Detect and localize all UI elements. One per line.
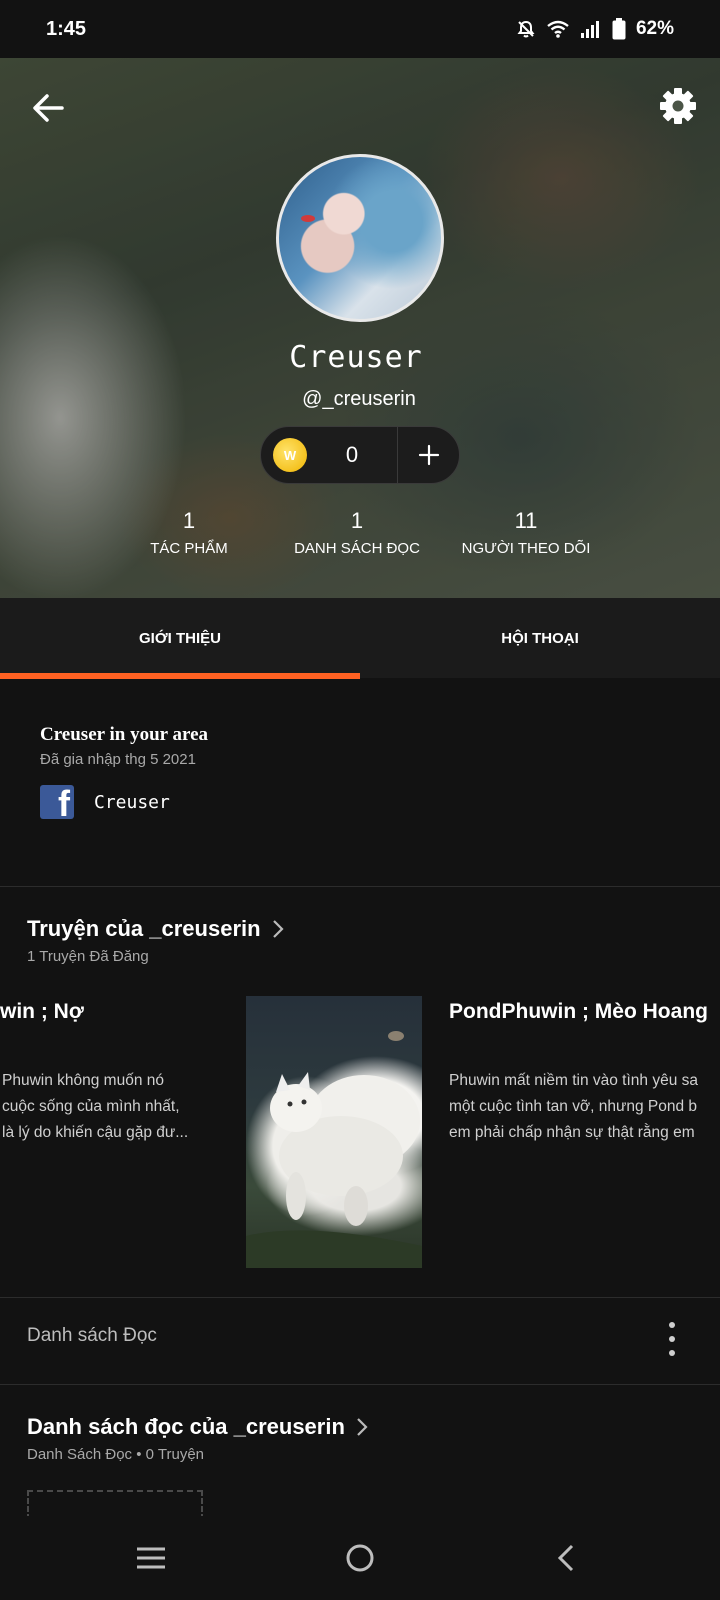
stories-section-subtitle: 1 Truyện Đã Đăng — [27, 948, 149, 965]
reading-section-header[interactable]: Danh sách đọc của _creuserin — [27, 1414, 369, 1440]
menu-icon — [137, 1547, 165, 1569]
chevron-left-icon — [557, 1544, 574, 1572]
description-line: là lý do khiến cậu gặp đư... — [2, 1124, 189, 1141]
system-nav-bar — [0, 1516, 720, 1600]
divider — [0, 886, 720, 887]
stat-value: 1 — [182, 508, 196, 533]
system-back-button[interactable] — [546, 1538, 586, 1578]
stat-value: 11 — [514, 508, 538, 533]
description-line: Phuwin mất niềm tin vào tình yêu sa — [449, 1072, 698, 1089]
coin-count: 0 — [345, 442, 359, 467]
plus-icon — [418, 444, 439, 466]
divider — [0, 1384, 720, 1385]
divider — [0, 1297, 720, 1298]
status-time: 1:45 — [46, 17, 87, 40]
facebook-link[interactable]: Creuser — [94, 792, 170, 813]
story-cover[interactable] — [246, 996, 422, 1268]
add-coins-button[interactable] — [398, 426, 459, 484]
back-arrow-icon — [33, 94, 64, 122]
stat-value: 1 — [350, 508, 364, 533]
gear-icon — [660, 88, 696, 124]
battery-icon — [612, 18, 626, 40]
reading-list-label: Danh sách Đọc — [27, 1325, 157, 1346]
home-circle-icon — [346, 1544, 374, 1572]
description-line: một cuộc tình tan vỡ, nhưng Pond b — [449, 1098, 698, 1115]
recents-button[interactable] — [131, 1538, 171, 1578]
back-button[interactable] — [28, 88, 68, 128]
profile-header: Creuser @_creuserin W 0 1 TÁC PHẨM 1 DAN… — [0, 58, 720, 598]
facebook-icon[interactable]: f — [40, 785, 74, 819]
story-card-description: Phuwin mất niềm tin vào tình yêu sa một … — [449, 1068, 720, 1146]
cat-illustration — [246, 1031, 422, 1268]
status-icons: 62% — [516, 18, 674, 40]
reading-section-title: Danh sách đọc của _creuserin — [27, 1414, 345, 1439]
story-card-title[interactable]: PondPhuwin ; Mèo Hoang — [449, 1000, 708, 1024]
profile-tabs: GIỚI THIỆU HỘI THOẠI — [0, 598, 720, 678]
coin-icon: W — [273, 438, 307, 472]
chevron-right-icon — [272, 920, 284, 938]
stat-followers[interactable]: 11 NGƯỜI THEO DÕI — [456, 508, 596, 557]
description-line: Phuwin không muốn nó — [2, 1072, 165, 1089]
about-title: Creuser in your area — [40, 724, 209, 745]
reading-section-subtitle: Danh Sách Đọc • 0 Truyện — [27, 1446, 205, 1463]
settings-button[interactable] — [658, 86, 698, 126]
kebab-icon[interactable] — [662, 1322, 682, 1356]
avatar[interactable] — [276, 154, 444, 322]
description-line: em phải chấp nhận sự thật rằng em — [449, 1124, 695, 1141]
joined-date: Đã gia nhập thg 5 2021 — [40, 751, 196, 768]
chevron-right-icon — [357, 1418, 368, 1436]
stat-label: DANH SÁCH ĐỌC — [294, 540, 420, 557]
description-line: cuộc sống của mình nhất, — [2, 1098, 180, 1115]
status-bar: 1:45 62% — [0, 0, 720, 58]
stat-label: TÁC PHẨM — [150, 540, 228, 557]
tab-conversations[interactable]: HỘI THOẠI — [360, 598, 720, 678]
battery-percent: 62% — [635, 18, 674, 39]
profile-name: Creuser — [289, 340, 423, 375]
profile-handle: @_creuserin — [302, 388, 416, 410]
coin-balance: W 0 — [260, 426, 460, 484]
stories-section-title: Truyện của _creuserin — [27, 916, 261, 941]
bell-off-icon — [517, 20, 535, 38]
stories-section-header[interactable]: Truyện của _creuserin — [27, 916, 285, 942]
stat-label: NGƯỜI THEO DÕI — [461, 540, 591, 557]
signal-icon — [580, 21, 599, 38]
wifi-icon — [547, 20, 569, 38]
active-tab-indicator — [0, 673, 360, 679]
tab-about[interactable]: GIỚI THIỆU — [0, 598, 360, 678]
story-card-title[interactable]: win ; Nợ — [0, 1000, 84, 1024]
home-button[interactable] — [340, 1538, 380, 1578]
stat-works[interactable]: 1 TÁC PHẨM — [134, 508, 244, 557]
story-card-description: Phuwin không muốn nó cuộc sống của mình … — [2, 1068, 217, 1146]
stat-reading-lists[interactable]: 1 DANH SÁCH ĐỌC — [282, 508, 432, 557]
